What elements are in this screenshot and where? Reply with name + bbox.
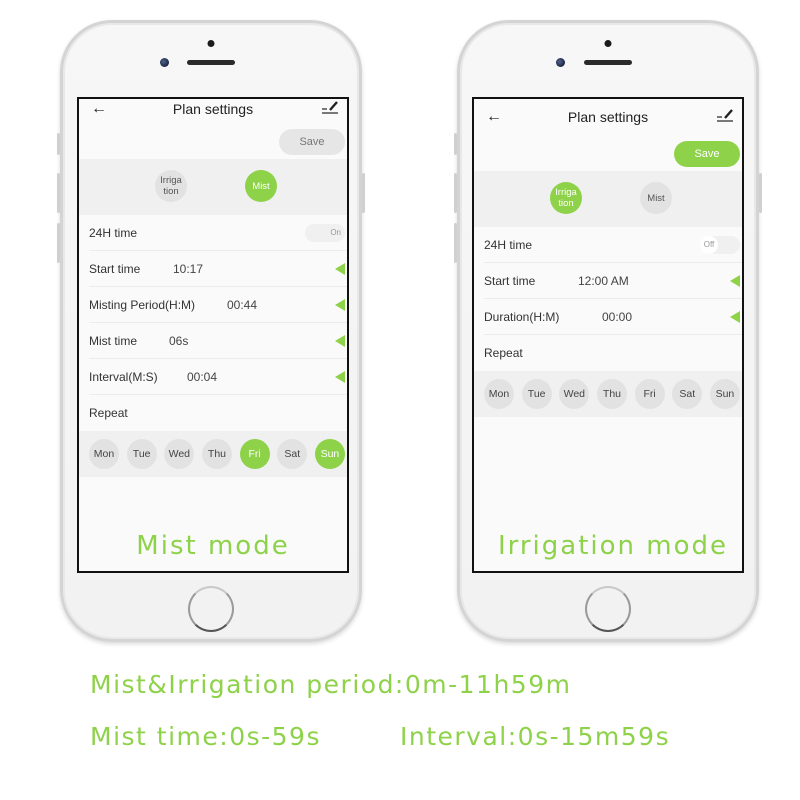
day-sat[interactable]: Sat [277, 439, 308, 469]
expand-arrow-icon[interactable] [335, 370, 345, 383]
mist-time-value: 06s [169, 333, 189, 348]
save-row: Save [79, 127, 347, 159]
row-24h-time: 24H time Off [484, 227, 742, 263]
day-fri[interactable]: Fri [239, 439, 270, 469]
app-bar: ← Plan settings [474, 99, 742, 139]
page-title: Plan settings [172, 101, 254, 117]
day-sun[interactable]: Sun [709, 379, 740, 409]
24h-time-toggle[interactable]: On [305, 223, 345, 242]
volume-down-button [57, 223, 60, 263]
row-start-time[interactable]: Start time 12:00 AM [484, 263, 742, 299]
row-label: Start time [484, 273, 536, 288]
row-label: 24H time [89, 225, 138, 240]
volume-up-button [57, 173, 60, 213]
toggle-state-label: Off [700, 235, 718, 254]
interval-range-text: Interval:0s-15m59s [400, 722, 671, 751]
settings-list: 24H time On Start time 10:17 Misting Per… [79, 215, 347, 431]
mode-irrigation-button[interactable]: Irriga tion [155, 170, 187, 202]
phone-irrigation-mode: ← Plan settings Save Irriga tion Mist 24H… [454, 20, 762, 642]
home-button[interactable] [188, 586, 234, 632]
pencil-icon[interactable] [321, 99, 339, 115]
save-button[interactable]: Save [674, 141, 740, 167]
day-wed[interactable]: Wed [164, 439, 195, 469]
row-label: 24H time [484, 237, 533, 252]
settings-list: 24H time Off Start time 12:00 AM Duratio… [474, 227, 742, 371]
repeat-label: Repeat [89, 406, 128, 420]
power-button [759, 173, 762, 213]
earpiece-speaker [584, 60, 632, 65]
mute-switch [57, 133, 60, 155]
row-duration[interactable]: Duration(H:M) 00:00 [484, 299, 742, 335]
volume-down-button [454, 223, 457, 263]
row-start-time[interactable]: Start time 10:17 [89, 251, 347, 287]
weekday-selector: Mon Tue Wed Thu Fri Sat Sun [474, 371, 742, 417]
phone-mist-mode: ← Plan settings Save Irriga tion Mist 24H… [57, 20, 365, 642]
day-wed[interactable]: Wed [559, 379, 590, 409]
row-mist-time[interactable]: Mist time 06s [89, 323, 347, 359]
mode-caption: Irrigation mode [497, 531, 729, 561]
app-screen: ← Plan settings Save Irriga tion Mist 24H… [77, 97, 349, 573]
earpiece-speaker [187, 60, 235, 65]
mode-mist-button[interactable]: Mist [640, 182, 672, 214]
volume-up-button [454, 173, 457, 213]
expand-arrow-icon[interactable] [335, 334, 345, 347]
row-24h-time: 24H time On [89, 215, 347, 251]
mode-mist-label: Mist [647, 192, 665, 204]
mode-selector: Irriga tion Mist [474, 171, 742, 227]
duration-value: 00:00 [602, 309, 633, 324]
mode-caption: Mist mode [136, 531, 290, 561]
proximity-sensor [604, 40, 612, 47]
start-time-value: 10:17 [173, 261, 204, 276]
mist-time-range-text: Mist time:0s-59s [90, 722, 321, 751]
expand-arrow-icon[interactable] [730, 274, 740, 287]
mode-selector: Irriga tion Mist [79, 159, 347, 215]
period-range-text: Mist&Irrigation period:0m-11h59m [90, 670, 572, 699]
day-thu[interactable]: Thu [596, 379, 627, 409]
front-camera [160, 58, 169, 67]
app-screen: ← Plan settings Save Irriga tion Mist 24H… [472, 97, 744, 573]
expand-arrow-icon[interactable] [335, 262, 345, 275]
row-interval[interactable]: Interval(M:S) 00:04 [89, 359, 347, 395]
interval-value: 00:04 [187, 369, 218, 384]
24h-time-toggle[interactable]: Off [700, 235, 740, 254]
power-button [362, 173, 365, 213]
mode-mist-button[interactable]: Mist [245, 170, 277, 202]
front-camera [556, 58, 565, 67]
proximity-sensor [207, 40, 215, 47]
row-label: Mist time [89, 333, 137, 348]
pencil-icon[interactable] [716, 107, 734, 123]
weekday-selector: Mon Tue Wed Thu Fri Sat Sun [79, 431, 347, 477]
mode-irrigation-label: Irriga tion [160, 175, 182, 197]
misting-period-value: 00:44 [227, 297, 258, 312]
home-button[interactable] [585, 586, 631, 632]
row-misting-period[interactable]: Misting Period(H:M) 00:44 [89, 287, 347, 323]
day-mon[interactable]: Mon [484, 379, 514, 409]
day-fri[interactable]: Fri [634, 379, 665, 409]
day-mon[interactable]: Mon [89, 439, 119, 469]
day-sun[interactable]: Sun [314, 439, 345, 469]
toggle-state-label: On [330, 228, 341, 237]
day-tue[interactable]: Tue [126, 439, 157, 469]
mode-irrigation-button[interactable]: Irriga tion [550, 182, 582, 214]
day-thu[interactable]: Thu [201, 439, 232, 469]
mode-irrigation-label: Irriga tion [555, 187, 577, 209]
save-row: Save [474, 139, 742, 171]
expand-arrow-icon[interactable] [335, 298, 345, 311]
row-label: Duration(H:M) [484, 309, 560, 324]
app-bar: ← Plan settings [79, 99, 347, 127]
mode-mist-label: Mist [252, 180, 270, 192]
row-repeat: Repeat [484, 335, 742, 371]
row-repeat: Repeat [89, 395, 347, 431]
page-title: Plan settings [567, 109, 649, 125]
day-tue[interactable]: Tue [521, 379, 552, 409]
mute-switch [454, 133, 457, 155]
row-label: Interval(M:S) [89, 369, 158, 384]
save-button[interactable]: Save [279, 129, 345, 155]
row-label: Start time [89, 261, 141, 276]
repeat-label: Repeat [484, 346, 523, 360]
start-time-value: 12:00 AM [578, 273, 629, 288]
row-label: Misting Period(H:M) [89, 297, 196, 312]
expand-arrow-icon[interactable] [730, 310, 740, 323]
day-sat[interactable]: Sat [672, 379, 703, 409]
